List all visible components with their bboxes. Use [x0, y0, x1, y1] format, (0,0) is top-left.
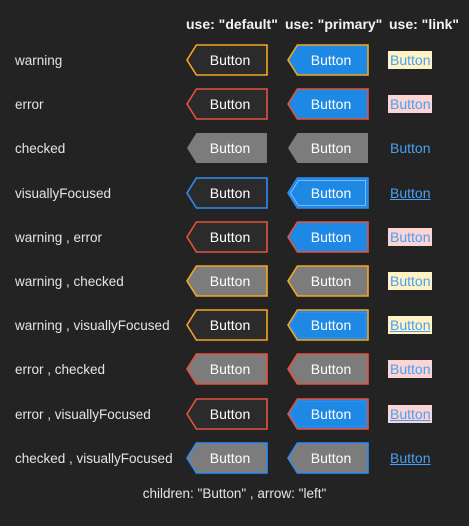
- primary-button-checked[interactable]: Button: [287, 132, 369, 164]
- row-label: checked , visuallyFocused: [15, 450, 173, 466]
- link-button-warning-checked[interactable]: Button: [388, 272, 433, 290]
- link-button-visuallyfocused[interactable]: Button: [388, 184, 432, 202]
- row-label: error: [15, 97, 44, 113]
- row-label: warning , error: [15, 229, 103, 245]
- primary-button-warning-visuallyfocused[interactable]: Button: [287, 309, 369, 341]
- row-label: visuallyFocused: [15, 185, 112, 201]
- header-link: use: "link": [389, 16, 460, 32]
- default-button-checked-visuallyfocused[interactable]: Button: [186, 441, 268, 474]
- footer-caption: children: "Button" , arrow: "left": [142, 486, 327, 501]
- link-button-error-visuallyfocused[interactable]: Button: [388, 404, 433, 423]
- row-label: warning , checked: [15, 274, 124, 289]
- header-primary: use: "primary": [285, 16, 383, 32]
- link-button-error-checked[interactable]: Button: [388, 360, 433, 379]
- primary-button-error[interactable]: Button: [287, 88, 369, 120]
- link-button-error[interactable]: Button: [388, 95, 433, 114]
- primary-button-warning-checked[interactable]: Button: [287, 265, 369, 297]
- primary-button-error-checked[interactable]: Button: [287, 353, 369, 386]
- default-button-warning-checked[interactable]: Button: [186, 265, 268, 297]
- default-button-warning-error[interactable]: Button: [186, 220, 268, 253]
- header-default: use: "default": [186, 16, 278, 32]
- row-label: warning , visuallyFocused: [15, 318, 170, 334]
- link-button-warning-error[interactable]: Button: [388, 227, 433, 246]
- row-label: checked: [15, 141, 66, 157]
- link-button-warning[interactable]: Button: [388, 51, 433, 69]
- link-button-checked[interactable]: Button: [388, 139, 432, 157]
- default-button-warning-visuallyfocused[interactable]: Button: [186, 309, 268, 341]
- link-button-checked-visuallyfocused[interactable]: Button: [388, 449, 432, 467]
- row-label: error , visuallyFocused: [15, 406, 151, 422]
- default-button-visuallyfocused[interactable]: Button: [186, 176, 268, 209]
- primary-button-checked-visuallyfocused[interactable]: Button: [287, 441, 369, 474]
- default-button-warning[interactable]: Button: [186, 44, 268, 76]
- primary-button-warning-error[interactable]: Button: [287, 220, 369, 253]
- default-button-error-visuallyfocused[interactable]: Button: [186, 397, 268, 430]
- link-button-warning-visuallyfocused[interactable]: Button: [388, 316, 433, 335]
- row-label: warning: [15, 53, 63, 68]
- primary-button-visuallyfocused[interactable]: Button: [287, 176, 369, 209]
- default-button-error-checked[interactable]: Button: [186, 353, 268, 386]
- primary-button-error-visuallyfocused[interactable]: Button: [287, 397, 369, 430]
- primary-button-warning[interactable]: Button: [287, 44, 369, 76]
- row-label: error , checked: [15, 362, 106, 378]
- default-button-checked[interactable]: Button: [186, 132, 268, 164]
- default-button-error[interactable]: Button: [186, 88, 268, 120]
